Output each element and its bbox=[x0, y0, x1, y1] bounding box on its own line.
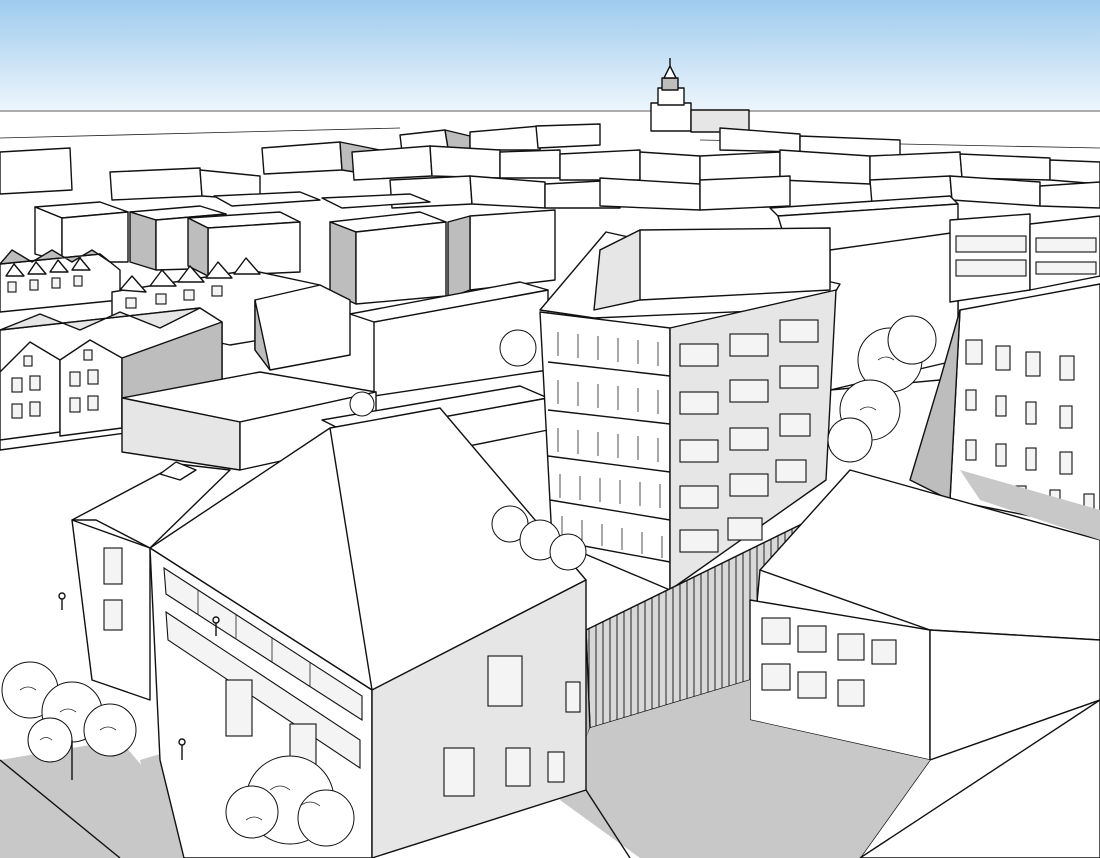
model-viewport bbox=[0, 0, 1100, 858]
city-massing-scene bbox=[0, 0, 1100, 858]
sky bbox=[0, 0, 1100, 112]
